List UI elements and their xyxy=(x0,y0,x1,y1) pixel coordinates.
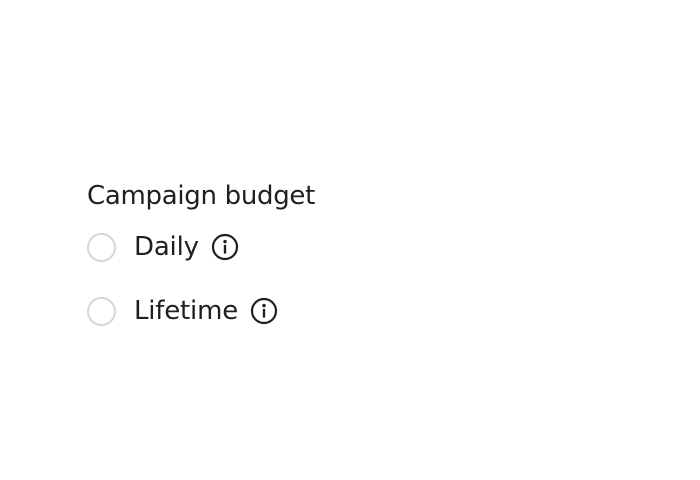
budget-option-daily[interactable]: Daily xyxy=(87,227,315,267)
campaign-budget-label: Campaign budget xyxy=(87,181,316,211)
budget-option-lifetime[interactable]: Lifetime xyxy=(87,291,315,331)
lifetime-radio[interactable] xyxy=(87,296,116,326)
info-icon[interactable] xyxy=(211,233,239,261)
daily-label[interactable]: Daily xyxy=(134,229,199,265)
campaign-budget-radio-group: Campaign budget Daily Lifetime xyxy=(87,178,315,331)
info-icon[interactable] xyxy=(250,297,278,325)
daily-radio[interactable] xyxy=(87,232,116,262)
lifetime-label[interactable]: Lifetime xyxy=(134,293,238,329)
